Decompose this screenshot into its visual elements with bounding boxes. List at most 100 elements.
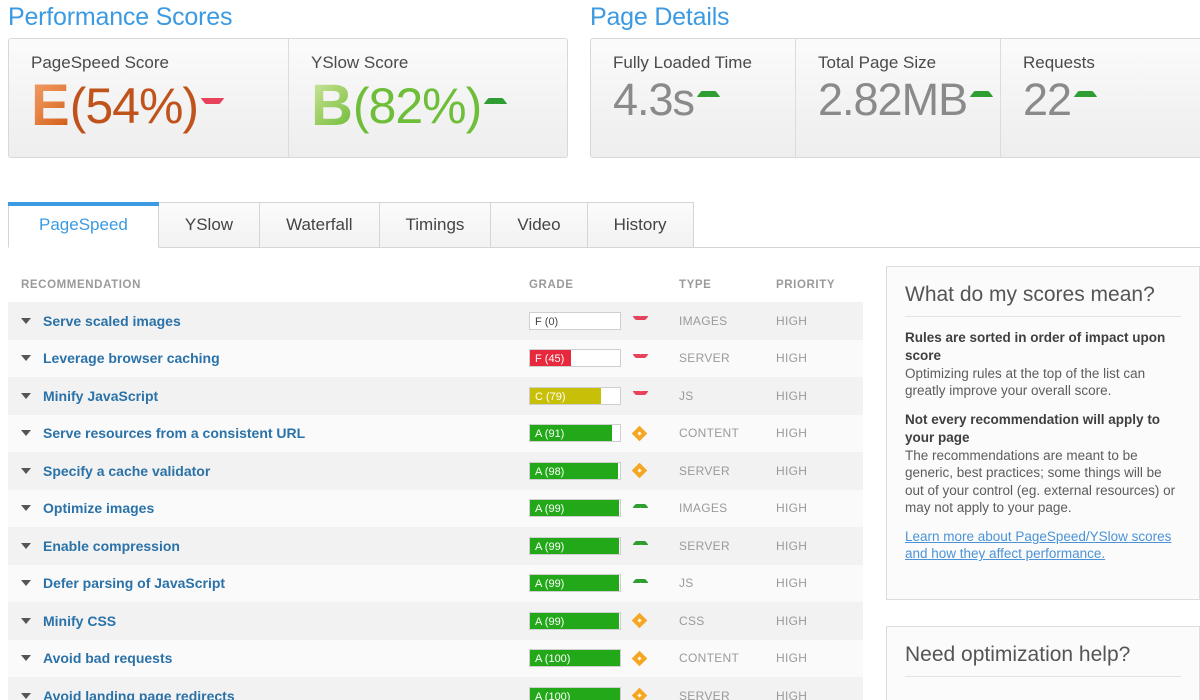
trend-up-icon — [1076, 91, 1095, 104]
expand-caret-icon[interactable] — [21, 542, 31, 549]
help-card-title: Need optimization help? — [905, 643, 1181, 677]
expand-caret-icon[interactable] — [21, 617, 31, 624]
score-percent: (82%) — [352, 78, 482, 134]
detail-label: Total Page Size — [818, 53, 937, 72]
neutral-diamond-icon — [631, 425, 648, 442]
detail-label: Fully Loaded Time — [613, 53, 752, 72]
tab-label: Waterfall — [286, 215, 353, 234]
detail-value-wrap: 22 — [1023, 77, 1200, 122]
score-trend — [486, 98, 505, 115]
detail-value-wrap: 4.3s — [613, 77, 795, 122]
grade-trend-icon — [634, 579, 647, 588]
recommendation-cell: Avoid landing page redirects — [8, 688, 529, 700]
tab-waterfall[interactable]: Waterfall — [260, 202, 380, 248]
expand-caret-icon[interactable] — [21, 580, 31, 587]
recommendation-link[interactable]: Avoid landing page redirects — [43, 688, 235, 700]
detail-trend — [699, 91, 718, 108]
trend-up-icon — [699, 91, 718, 104]
grade-label: F (0) — [535, 315, 559, 328]
recommendation-cell: Enable compression — [8, 538, 529, 554]
priority-cell: HIGH — [776, 388, 808, 403]
detail-value: 22 — [1023, 74, 1072, 125]
expand-caret-icon[interactable] — [21, 430, 31, 437]
recommendation-link[interactable]: Defer parsing of JavaScript — [43, 575, 225, 591]
type-cell: SERVER — [679, 538, 730, 553]
recommendation-link[interactable]: Serve resources from a consistent URL — [43, 425, 305, 441]
trend-down-icon — [634, 391, 647, 400]
recommendation-cell: Defer parsing of JavaScript — [8, 575, 529, 591]
tab-label: History — [613, 215, 667, 234]
grade-label: F (45) — [535, 353, 565, 366]
report-page: Performance Scores Page Details PageSpee… — [0, 0, 1200, 700]
score-value: E (54%) — [31, 77, 288, 135]
scores-card-heading-1: Rules are sorted in order of impact upon… — [905, 330, 1166, 363]
grade-trend-icon — [634, 541, 647, 550]
grade-label: A (99) — [535, 578, 565, 591]
expand-caret-icon[interactable] — [21, 392, 31, 399]
grade-cell: A (99) — [529, 611, 679, 630]
table-row[interactable]: Specify a cache validator A (98) SERVER HIG… — [8, 452, 863, 490]
expand-caret-icon[interactable] — [21, 355, 31, 362]
detail-label: Requests — [1023, 53, 1095, 72]
expand-caret-icon[interactable] — [21, 505, 31, 512]
recommendation-cell: Serve resources from a consistent URL — [8, 425, 529, 441]
recommendation-link[interactable]: Optimize images — [43, 500, 154, 516]
tab-history[interactable]: History — [587, 202, 694, 248]
grade-label: C (79) — [535, 390, 566, 403]
grade-label: A (100) — [535, 690, 571, 700]
recommendations-table: RECOMMENDATION GRADE TYPE PRIORITY Serve… — [8, 268, 863, 700]
type-cell: IMAGES — [679, 501, 728, 516]
tab-pagespeed[interactable]: PageSpeed — [8, 202, 159, 248]
recommendation-link[interactable]: Minify JavaScript — [43, 388, 158, 404]
priority-cell: HIGH — [776, 613, 808, 628]
table-row[interactable]: Avoid bad requests A (100) CONTENT HIGH — [8, 639, 863, 677]
recommendation-link[interactable]: Minify CSS — [43, 613, 116, 629]
table-row[interactable]: Leverage browser caching F (45) SERVER HIGH — [8, 339, 863, 377]
table-row[interactable]: Serve scaled images F (0) IMAGES HIGH — [8, 302, 863, 340]
grade-cell: A (99) — [529, 536, 679, 555]
table-row[interactable]: Minify CSS A (99) CSS HIGH — [8, 602, 863, 640]
tab-video[interactable]: Video — [491, 202, 588, 248]
expand-caret-icon[interactable] — [21, 692, 31, 699]
scores-card-block-2: Not every recommendation will apply to y… — [905, 411, 1181, 516]
table-row[interactable]: Optimize images A (99) IMAGES HIGH — [8, 489, 863, 527]
performance-scores-title: Performance Scores — [8, 3, 233, 31]
grade-label: A (98) — [535, 465, 565, 478]
score-label: PageSpeed Score — [31, 53, 169, 72]
table-row[interactable]: Enable compression A (99) SERVER HIGH — [8, 527, 863, 565]
grade-bar: A (100) — [529, 649, 621, 668]
table-row[interactable]: Avoid landing page redirects A (100) SERVE… — [8, 677, 863, 700]
recommendation-link[interactable]: Avoid bad requests — [43, 650, 172, 666]
expand-caret-icon[interactable] — [21, 467, 31, 474]
recommendation-cell: Serve scaled images — [8, 313, 529, 329]
performance-scores-panel: PageSpeed Score E (54%) YSlow Score B (82%) — [8, 38, 568, 158]
trend-up-icon — [972, 91, 991, 104]
trend-up-icon — [634, 579, 647, 588]
learn-more-link[interactable]: Learn more about PageSpeed/YSlow scores … — [905, 528, 1181, 563]
detail-cell-fully-loaded-time: Fully Loaded Time 4.3s — [591, 39, 796, 157]
recommendation-cell: Avoid bad requests — [8, 650, 529, 666]
grade-trend-icon — [631, 425, 648, 442]
grade-trend-icon — [634, 316, 647, 325]
grade-cell: A (91) — [529, 424, 679, 443]
tab-timings[interactable]: Timings — [379, 202, 492, 248]
grade-label: A (99) — [535, 615, 565, 628]
recommendation-link[interactable]: Leverage browser caching — [43, 350, 220, 366]
trend-down-icon — [203, 98, 222, 111]
grade-bar: C (79) — [529, 386, 621, 405]
expand-caret-icon[interactable] — [21, 317, 31, 324]
grade-bar: F (45) — [529, 349, 621, 368]
tab-yslow[interactable]: YSlow — [158, 202, 261, 248]
grade-bar: A (98) — [529, 461, 621, 480]
recommendation-cell: Leverage browser caching — [8, 350, 529, 366]
recommendation-link[interactable]: Enable compression — [43, 538, 180, 554]
table-row[interactable]: Serve resources from a consistent URL A (… — [8, 414, 863, 452]
scores-card-block-1: Rules are sorted in order of impact upon… — [905, 329, 1181, 399]
table-row[interactable]: Defer parsing of JavaScript A (99) JS HIGH — [8, 564, 863, 602]
recommendation-link[interactable]: Specify a cache validator — [43, 463, 210, 479]
expand-caret-icon[interactable] — [21, 655, 31, 662]
tab-label: Timings — [405, 215, 465, 234]
scores-card-heading-2: Not every recommendation will apply to y… — [905, 412, 1161, 446]
table-row[interactable]: Minify JavaScript C (79) JS HIGH — [8, 377, 863, 415]
recommendation-link[interactable]: Serve scaled images — [43, 313, 181, 329]
